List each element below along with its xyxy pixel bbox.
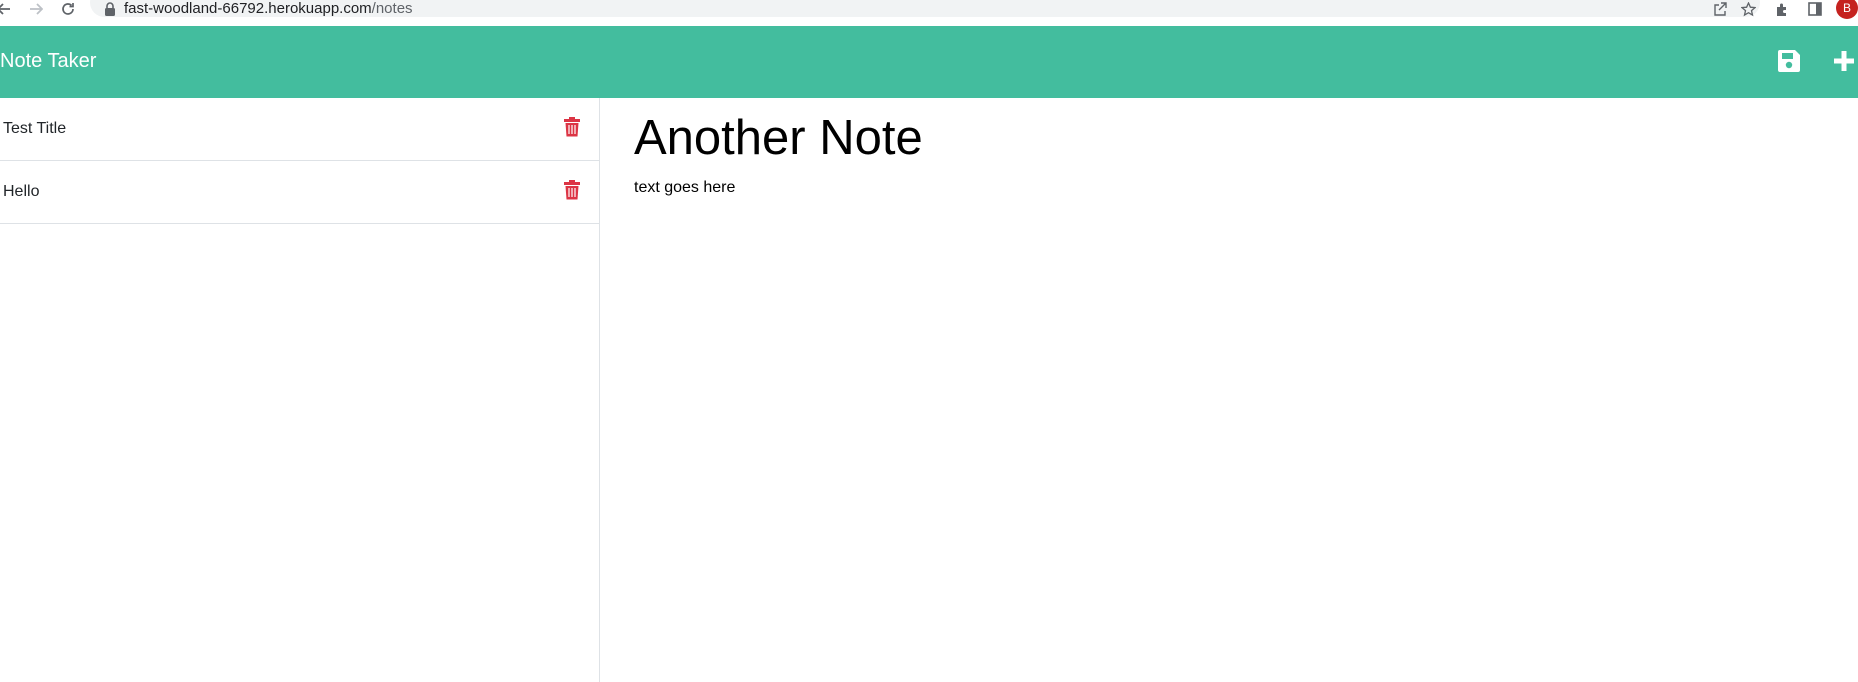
- reload-icon[interactable]: [58, 0, 78, 18]
- back-arrow-icon[interactable]: [0, 0, 14, 18]
- url-text: fast-woodland-66792.herokuapp.com/notes: [124, 0, 413, 17]
- profile-avatar[interactable]: B: [1836, 0, 1858, 19]
- note-editor: Another Note text goes here: [601, 98, 1858, 682]
- brand-title[interactable]: Note Taker: [0, 50, 96, 73]
- forward-arrow-icon[interactable]: [26, 0, 46, 18]
- note-title-input[interactable]: Another Note: [634, 110, 923, 166]
- lock-icon: [104, 2, 116, 16]
- trash-icon[interactable]: [563, 179, 581, 201]
- note-body-textarea[interactable]: text goes here: [634, 179, 735, 197]
- list-item[interactable]: Hello: [0, 161, 599, 224]
- note-list: Test Title Hello: [0, 98, 600, 682]
- star-icon[interactable]: [1738, 0, 1758, 18]
- app-header: Note Taker: [0, 26, 1858, 98]
- trash-icon[interactable]: [563, 116, 581, 138]
- note-item-title: Test Title: [3, 120, 67, 137]
- browser-toolbar: fast-woodland-66792.herokuapp.com/notes …: [0, 0, 1858, 26]
- address-bar[interactable]: fast-woodland-66792.herokuapp.com/notes: [90, 0, 1760, 17]
- plus-icon: [1832, 49, 1856, 78]
- share-icon[interactable]: [1710, 0, 1730, 18]
- save-note-button[interactable]: [1775, 49, 1803, 78]
- new-note-button[interactable]: [1830, 50, 1858, 76]
- side-panel-icon[interactable]: [1805, 0, 1825, 18]
- extensions-icon[interactable]: [1772, 0, 1792, 18]
- list-item[interactable]: Test Title: [0, 98, 599, 161]
- save-icon: [1777, 49, 1801, 78]
- note-item-title: Hello: [3, 183, 40, 200]
